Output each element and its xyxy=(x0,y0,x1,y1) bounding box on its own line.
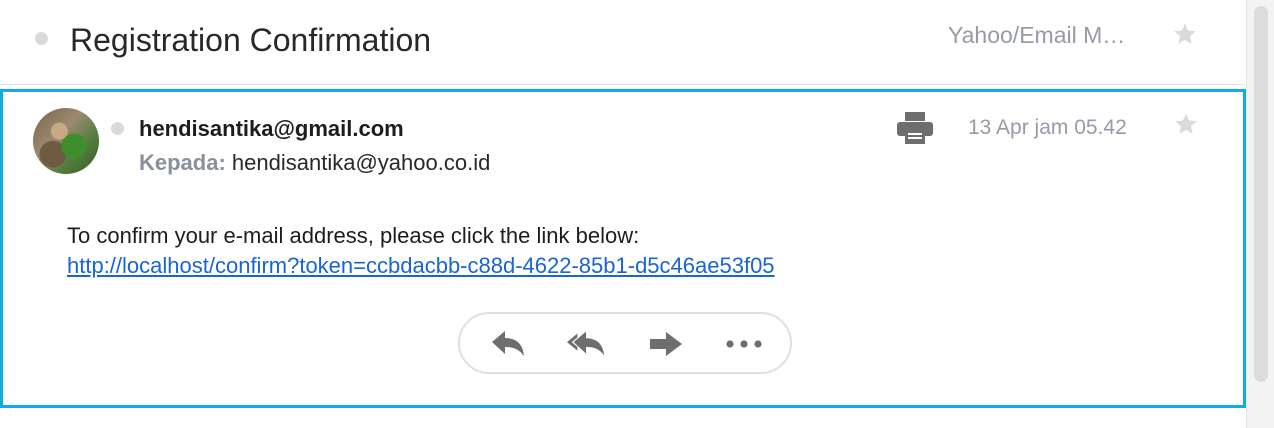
subject-title: Registration Confirmation xyxy=(70,22,432,58)
reply-icon[interactable] xyxy=(488,328,528,360)
print-icon[interactable] xyxy=(896,111,934,145)
recipient-email[interactable]: hendisantika@yahoo.co.id xyxy=(232,150,490,175)
forward-icon[interactable] xyxy=(646,328,686,360)
subject-header: Registration Confirmation Yahoo/Email M… xyxy=(0,0,1246,85)
star-icon[interactable] xyxy=(1173,111,1199,137)
scrollbar-thumb[interactable] xyxy=(1254,6,1268,382)
message-body-text: To confirm your e-mail address, please c… xyxy=(67,223,640,248)
recipient-line: Kepada: hendisantika@yahoo.co.id xyxy=(139,150,490,176)
recipient-label: Kepada: xyxy=(139,150,226,175)
read-status-dot[interactable] xyxy=(111,122,124,135)
confirm-link[interactable]: http://localhost/confirm?token=ccbdacbb-… xyxy=(67,250,775,282)
message-card: hendisantika@gmail.com Kepada: hendisant… xyxy=(0,89,1246,408)
star-icon[interactable] xyxy=(1172,21,1198,47)
reply-all-icon[interactable] xyxy=(566,328,606,360)
folder-label[interactable]: Yahoo/Email M… xyxy=(948,22,1158,49)
more-icon[interactable] xyxy=(724,328,764,360)
avatar[interactable] xyxy=(33,108,99,174)
message-date: 13 Apr jam 05.42 xyxy=(968,116,1127,139)
message-actions xyxy=(458,312,792,374)
unread-dot[interactable] xyxy=(35,32,48,45)
sender-email[interactable]: hendisantika@gmail.com xyxy=(139,116,404,142)
